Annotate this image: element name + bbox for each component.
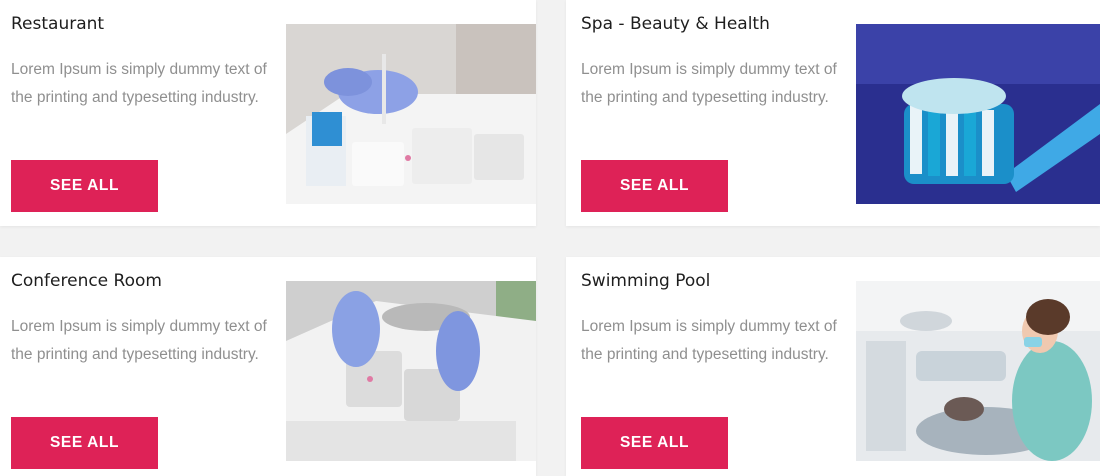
service-card-pool: Swimming Pool Lorem Ipsum is simply dumm… [566, 257, 1100, 476]
service-card-restaurant: Restaurant Lorem Ipsum is simply dummy t… [0, 0, 536, 226]
service-card-spa: Spa - Beauty & Health Lorem Ipsum is sim… [566, 0, 1100, 226]
see-all-button[interactable]: SEE ALL [581, 160, 728, 212]
service-card-conference: Conference Room Lorem Ipsum is simply du… [0, 257, 536, 476]
see-all-button[interactable]: SEE ALL [11, 160, 158, 212]
see-all-button[interactable]: SEE ALL [11, 417, 158, 469]
toothbrush-photo[interactable] [856, 24, 1100, 204]
card-description: Lorem Ipsum is simply dummy text of the … [581, 61, 837, 106]
dentist-photo[interactable] [856, 281, 1100, 461]
card-title: Restaurant [11, 14, 105, 34]
card-title: Spa - Beauty & Health [581, 14, 770, 34]
card-description: Lorem Ipsum is simply dummy text of the … [11, 318, 267, 363]
lab-tray-photo[interactable] [286, 24, 536, 204]
card-description: Lorem Ipsum is simply dummy text of the … [11, 61, 267, 106]
card-title: Conference Room [11, 271, 162, 291]
see-all-button[interactable]: SEE ALL [581, 417, 728, 469]
card-description: Lorem Ipsum is simply dummy text of the … [581, 318, 837, 363]
sample-tray-photo[interactable] [286, 281, 536, 461]
card-title: Swimming Pool [581, 271, 711, 291]
